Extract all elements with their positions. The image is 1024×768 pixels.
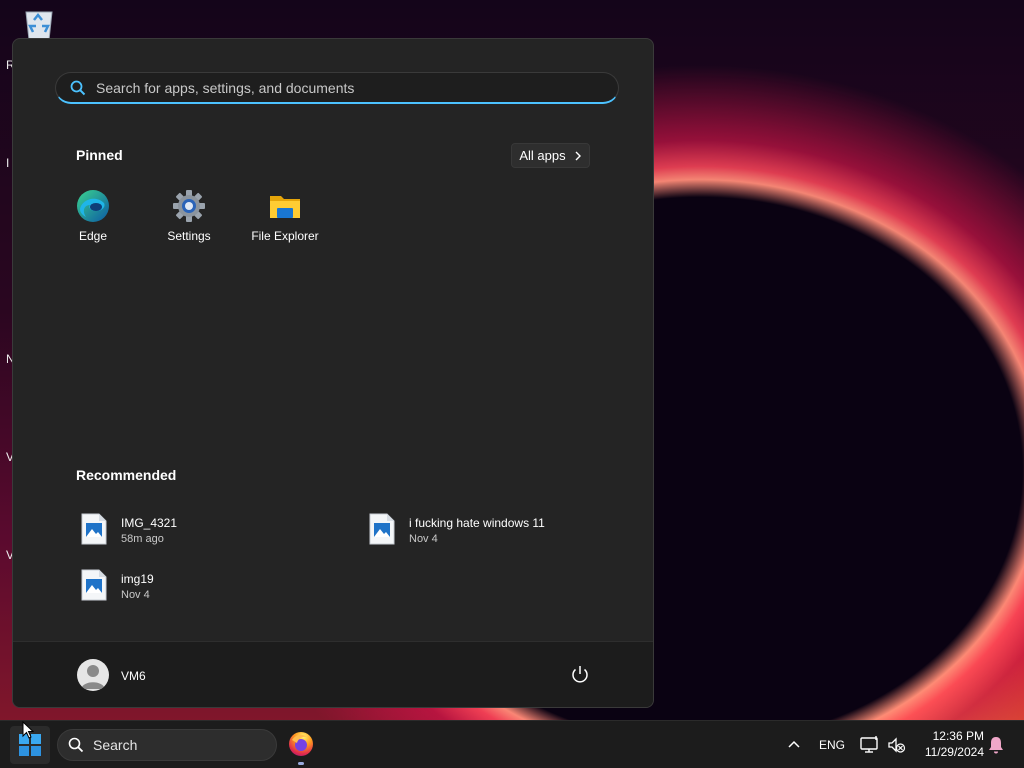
all-apps-label: All apps bbox=[519, 148, 566, 163]
start-user-bar: VM6 bbox=[13, 641, 653, 707]
chevron-up-icon[interactable] bbox=[784, 735, 804, 755]
pinned-app-label: File Explorer bbox=[251, 229, 319, 243]
recommended-item-name: i fucking hate windows 11 bbox=[409, 516, 545, 530]
settings-gear-icon bbox=[173, 190, 205, 222]
recommended-item-time: Nov 4 bbox=[409, 533, 438, 545]
taskbar: Search ENG 12:36 PM 11/29/2024 bbox=[0, 720, 1024, 768]
volume-muted-icon[interactable] bbox=[886, 735, 906, 755]
user-name[interactable]: VM6 bbox=[121, 669, 146, 683]
taskbar-search[interactable]: Search bbox=[57, 729, 277, 761]
pinned-app-settings[interactable]: Settings bbox=[141, 189, 237, 253]
folder-icon bbox=[270, 196, 300, 218]
user-avatar[interactable] bbox=[77, 659, 109, 691]
recommended-item[interactable]: IMG_4321 58m ago bbox=[81, 513, 177, 545]
pinned-app-label: Settings bbox=[167, 229, 211, 243]
recommended-item-name: img19 bbox=[121, 572, 154, 586]
power-icon[interactable] bbox=[569, 664, 591, 686]
pinned-heading: Pinned bbox=[76, 147, 123, 163]
user-silhouette-icon bbox=[81, 665, 105, 689]
clock[interactable]: 12:36 PM 11/29/2024 bbox=[914, 728, 984, 760]
recommended-item[interactable]: img19 Nov 4 bbox=[81, 569, 154, 601]
clock-time: 12:36 PM bbox=[932, 729, 984, 743]
pinned-app-file-explorer[interactable]: File Explorer bbox=[237, 189, 333, 253]
language-indicator[interactable]: ENG bbox=[819, 738, 845, 752]
image-file-icon bbox=[369, 513, 395, 545]
running-indicator bbox=[298, 762, 304, 765]
image-file-icon bbox=[81, 513, 107, 545]
chevron-right-icon bbox=[575, 151, 581, 160]
edge-icon bbox=[77, 190, 109, 222]
mouse-cursor-icon bbox=[22, 721, 34, 739]
recommended-heading: Recommended bbox=[76, 467, 177, 483]
recommended-item-name: IMG_4321 bbox=[121, 516, 178, 530]
taskbar-search-label: Search bbox=[93, 737, 138, 753]
start-search-input[interactable]: Search for apps, settings, and documents bbox=[55, 72, 619, 104]
search-placeholder: Search for apps, settings, and documents bbox=[96, 79, 355, 96]
search-icon bbox=[68, 737, 84, 753]
search-icon bbox=[70, 80, 86, 95]
desktop-label-fragment: I bbox=[6, 156, 10, 170]
all-apps-button[interactable]: All apps bbox=[511, 143, 590, 168]
image-file-icon bbox=[81, 569, 107, 601]
network-icon[interactable] bbox=[859, 734, 881, 756]
recycle-bin-icon[interactable] bbox=[20, 8, 58, 42]
start-menu: Search for apps, settings, and documents… bbox=[12, 38, 654, 708]
firefox-icon[interactable] bbox=[288, 731, 314, 757]
clock-date: 11/29/2024 bbox=[924, 745, 984, 759]
pinned-app-edge[interactable]: Edge bbox=[45, 189, 141, 253]
recommended-item[interactable]: i fucking hate windows 11 Nov 4 bbox=[369, 513, 545, 545]
recommended-item-time: Nov 4 bbox=[121, 589, 150, 601]
pinned-app-label: Edge bbox=[78, 229, 108, 243]
recommended-item-time: 58m ago bbox=[121, 533, 164, 545]
notification-bell-icon[interactable] bbox=[986, 735, 1006, 755]
